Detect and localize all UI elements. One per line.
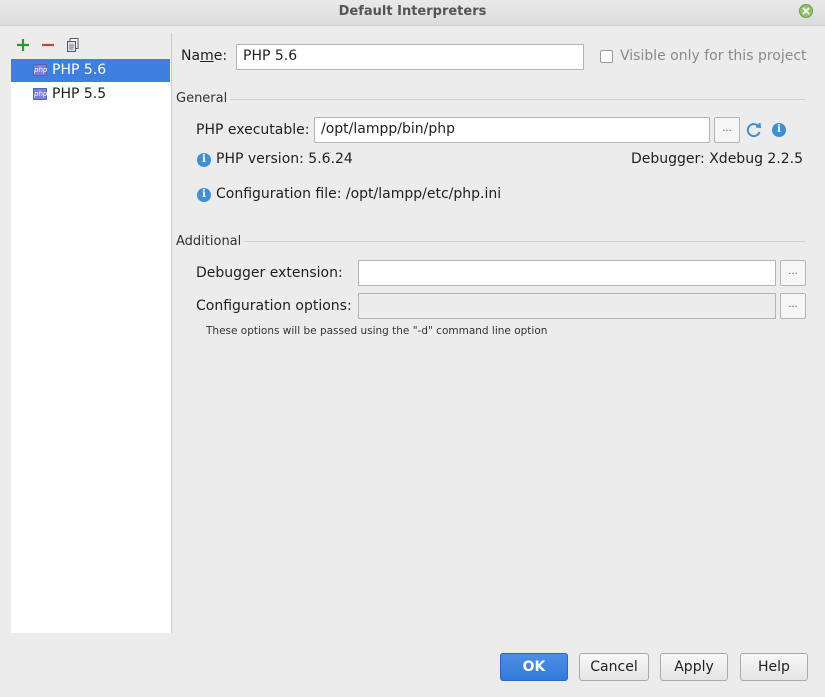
config-options-input[interactable] [358,293,776,319]
apply-button[interactable]: Apply [660,653,728,681]
list-item-label: PHP 5.6 [52,62,107,78]
info-icon[interactable]: i [772,123,786,137]
window-title: Default Interpreters [338,4,487,19]
list-item-label: PHP 5.5 [52,86,107,102]
info-icon: i [197,188,211,202]
interpreter-list-panel: php PHP 5.6 php PHP 5.5 [11,33,172,633]
cancel-button[interactable]: Cancel [579,653,649,681]
list-item-php55[interactable]: php PHP 5.5 [11,83,170,106]
additional-separator [244,241,805,242]
php-version-text: PHP version: 5.6.24 [216,151,353,167]
remove-icon[interactable] [40,37,56,53]
debugger-extension-browse-button[interactable]: ... [780,260,806,286]
ok-button[interactable]: OK [500,653,568,681]
list-toolbar [11,33,171,59]
general-separator [230,99,805,100]
debugger-version-text: Debugger: Xdebug 2.2.5 [631,151,804,167]
config-options-label: Configuration options: [196,298,352,314]
help-button[interactable]: Help [740,653,808,681]
add-icon[interactable] [15,37,31,53]
visible-only-label: Visible only for this project [620,48,807,64]
additional-section-label: Additional [176,234,242,249]
close-icon [802,7,810,15]
debugger-extension-label: Debugger extension: [196,265,343,281]
config-options-browse-button[interactable]: ... [780,293,806,319]
name-input[interactable]: PHP 5.6 [236,44,584,70]
php-executable-browse-button[interactable]: ... [714,117,740,143]
config-file-text: Configuration file: /opt/lampp/etc/php.i… [216,186,502,202]
php-icon: php [33,64,48,76]
info-icon: i [197,153,211,167]
title-bar: Default Interpreters [0,0,825,26]
php-executable-label: PHP executable: [196,122,310,138]
refresh-icon[interactable] [745,121,763,139]
list-item-php56[interactable]: php PHP 5.6 [11,59,170,82]
copy-icon[interactable] [65,37,81,53]
config-options-hint: These options will be passed using the "… [206,325,548,337]
close-button[interactable] [799,4,813,18]
name-label: Name: [181,48,228,64]
php-icon: php [33,88,48,100]
visible-only-checkbox[interactable] [600,50,613,63]
debugger-extension-input[interactable] [358,260,776,286]
php-executable-input[interactable]: /opt/lampp/bin/php [314,117,710,143]
general-section-label: General [176,91,228,106]
